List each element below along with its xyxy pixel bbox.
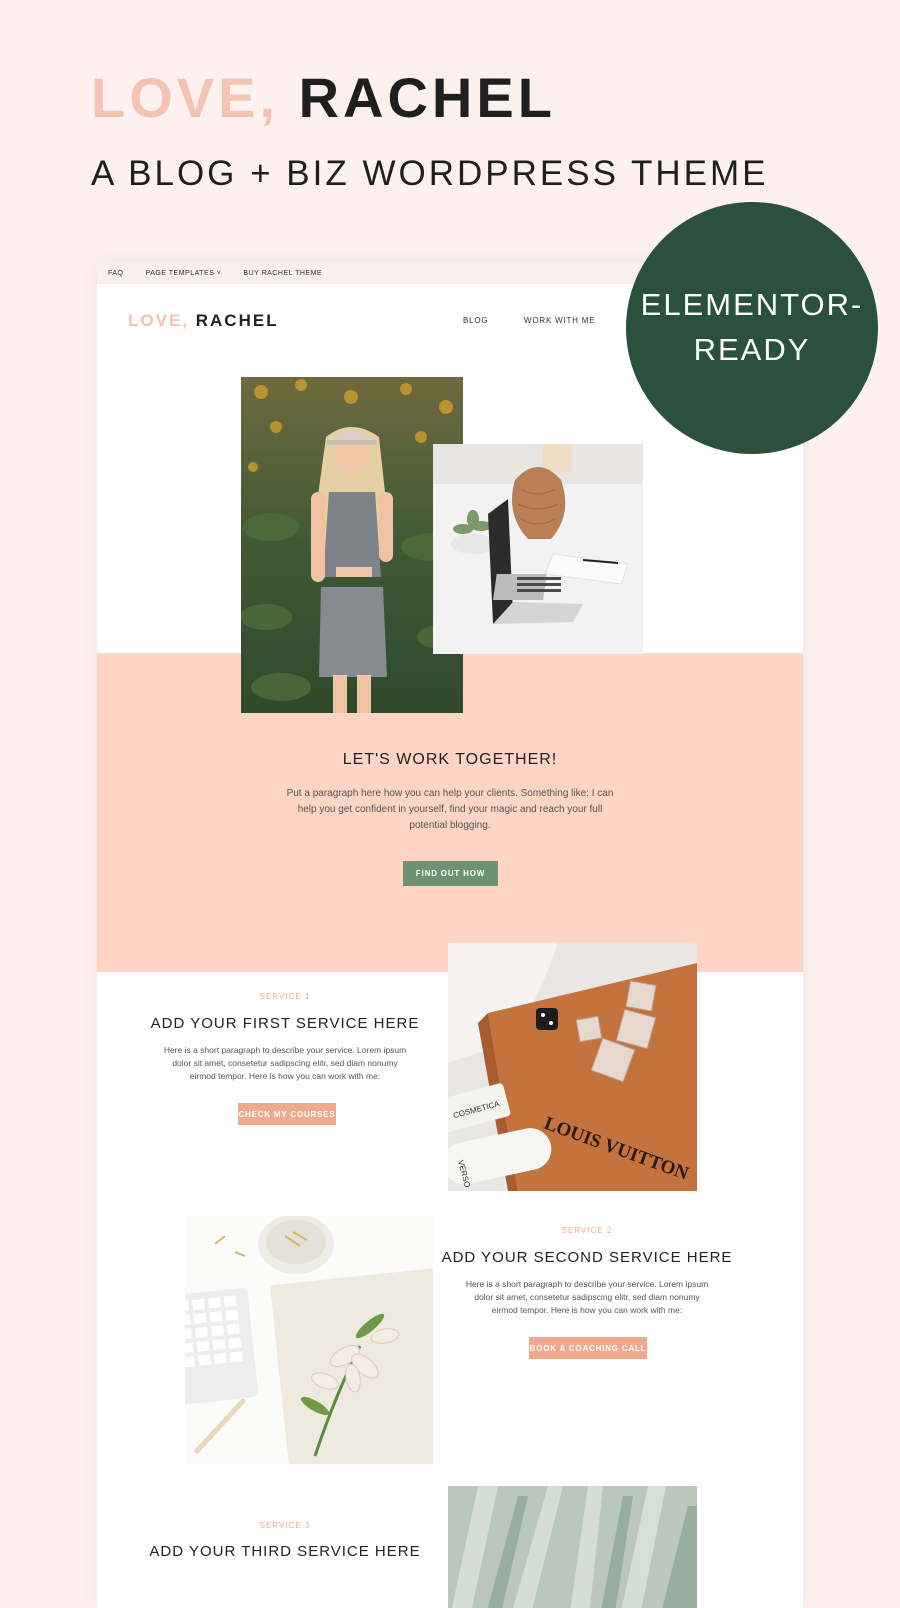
work-together-title: LET'S WORK TOGETHER! xyxy=(342,751,558,768)
hero-title-rachel: RACHEL xyxy=(298,66,556,129)
book-coaching-call-button[interactable]: BOOK A COACHING CALL xyxy=(529,1337,647,1359)
service-2-title: ADD YOUR SECOND SERVICE HERE xyxy=(441,1249,733,1266)
nav-item-blog[interactable]: BLOG xyxy=(463,316,488,325)
topbar-link-faq[interactable]: FAQ xyxy=(108,270,124,277)
elementor-ready-badge: ELEMENTOR- READY xyxy=(626,202,878,454)
badge-line-1: ELEMENTOR- xyxy=(640,287,864,323)
service-3-label: SERVICE 3 xyxy=(259,1521,311,1530)
find-out-how-button[interactable]: FIND OUT HOW xyxy=(403,861,498,886)
service-2-text: Here is a short paragraph to describe yo… xyxy=(465,1279,709,1315)
badge-line-2: READY xyxy=(693,332,811,367)
service-3-title: ADD YOUR THIRD SERVICE HERE xyxy=(149,1543,421,1560)
site-logo[interactable]: LOVE, RACHEL xyxy=(128,311,279,331)
service-2-label: SERVICE 2 xyxy=(561,1226,613,1235)
service-1-title: ADD YOUR FIRST SERVICE HERE xyxy=(150,1015,420,1032)
logo-love: LOVE, xyxy=(128,311,190,330)
agave-plant-photo xyxy=(448,1486,697,1608)
logo-rachel: RACHEL xyxy=(195,311,279,330)
hero-subtitle: A BLOG + BIZ WORDPRESS THEME xyxy=(91,154,769,193)
desk-flowers-photo xyxy=(185,1216,433,1464)
earrings-book-photo: LOUIS VUITTON COSMETICA VERSO xyxy=(448,943,697,1191)
service-1-label: SERVICE 1 xyxy=(259,992,311,1001)
work-together-text: Put a paragraph here how you can help yo… xyxy=(286,788,614,831)
hero-title-love: LOVE, xyxy=(91,66,280,129)
nav-item-work-with-me[interactable]: WORK WITH ME xyxy=(524,316,595,325)
service-1-text: Here is a short paragraph to describe yo… xyxy=(163,1045,407,1081)
topbar-link-buy-theme[interactable]: BUY RACHEL THEME xyxy=(243,270,322,277)
check-my-courses-button[interactable]: CHECK MY COURSES xyxy=(238,1103,336,1125)
laptop-desk-photo xyxy=(433,444,643,654)
theme-preview: FAQ PAGE TEMPLATES ˅ BUY RACHEL THEME LO… xyxy=(97,263,803,1608)
hero-title: LOVE, RACHEL xyxy=(91,70,556,126)
topbar-link-page-templates[interactable]: PAGE TEMPLATES ˅ xyxy=(146,270,222,277)
woman-portrait-photo xyxy=(241,377,463,713)
